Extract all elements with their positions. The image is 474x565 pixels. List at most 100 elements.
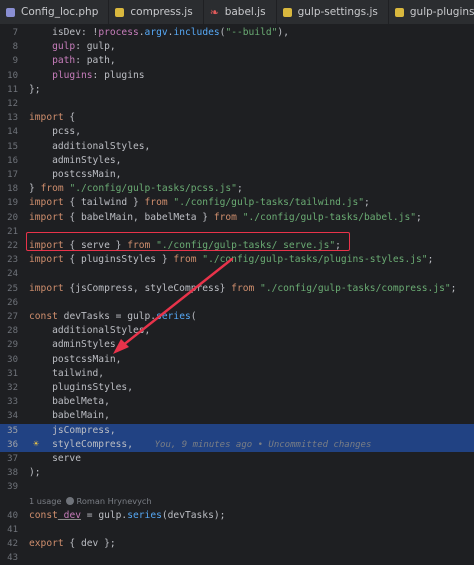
code-token: pluginsStyles, [29, 382, 133, 393]
code-line[interactable]: 25 import {jsCompress, styleCompress} fro… [0, 282, 474, 296]
code-token: "./config/gulp-tasks/compress.js" [254, 282, 451, 294]
line-number: 43 [7, 553, 18, 564]
usage-count: 1 usage [29, 495, 62, 506]
code-token: } [29, 183, 41, 195]
line-number: 39 [7, 482, 18, 493]
tab-babel-js[interactable]: ❧ babel.js [204, 0, 277, 24]
code-text: } from "./config/gulp-tasks/pcss.js"; [29, 182, 243, 196]
tab-label: compress.js [130, 6, 193, 18]
code-token: ; [450, 282, 457, 294]
line-number: 30 [7, 354, 18, 365]
code-token: plugins [29, 69, 93, 81]
code-token: from [40, 183, 64, 195]
code-line[interactable]: 38); [0, 466, 474, 480]
code-text: babelMeta, [29, 395, 110, 409]
line-number: 9 [12, 56, 18, 67]
code-line[interactable]: 9 path: path, [0, 54, 474, 68]
code-line[interactable]: 12 [0, 97, 474, 111]
code-token: (devTasks); [161, 509, 226, 521]
code-text: postcssMain, [29, 168, 121, 182]
user-icon [65, 496, 74, 505]
code-line[interactable]: 32 pluginsStyles, [0, 381, 474, 395]
code-token: ; [416, 211, 422, 223]
code-line[interactable]: 18} from "./config/gulp-tasks/pcss.js"; [0, 182, 474, 196]
line-number: 25 [7, 283, 18, 294]
lightbulb-icon[interactable]: ☀ [33, 438, 39, 452]
code-line[interactable]: 30 postcssMain, [0, 353, 474, 367]
code-line[interactable]: 34 babelMain, [0, 409, 474, 423]
code-line[interactable]: 33 babelMeta, [0, 395, 474, 409]
code-line[interactable]: 35 jsCompress, [0, 423, 474, 438]
tab-compress-js[interactable]: compress.js [109, 0, 204, 24]
code-token: : [75, 55, 87, 67]
tab-config-loc-php[interactable]: Config_loc.php [0, 0, 110, 24]
code-line[interactable]: 24 [0, 267, 474, 281]
code-line[interactable]: 17 postcssMain, [0, 168, 474, 182]
code-token: argv [144, 27, 168, 38]
code-line[interactable]: 20 import { babelMain, babelMeta } from "… [0, 211, 474, 225]
code-token: ), [277, 27, 289, 38]
code-token: import [29, 211, 64, 223]
js-file-icon [394, 7, 404, 17]
code-token: "./config/gulp-tasks/plugins-styles.js" [196, 254, 428, 266]
code-token: pcss, [29, 126, 81, 138]
code-line[interactable]: 27 const devTasks = gulp.series( [0, 310, 474, 324]
code-line[interactable]: 14 pcss, [0, 125, 474, 139]
code-text: jsCompress, [29, 424, 116, 438]
code-line[interactable]: 15 additionalStyles, [0, 140, 474, 154]
code-line[interactable]: 23 import { pluginsStyles } from "./confi… [0, 253, 474, 267]
code-line[interactable]: 26 [0, 296, 474, 310]
code-token: import [29, 112, 64, 124]
code-token: path [29, 55, 76, 67]
code-token: gulp [29, 41, 76, 53]
line-number: 14 [7, 127, 18, 138]
js-file-icon [282, 7, 292, 17]
code-token: const [29, 311, 58, 322]
code-token: gulp, [86, 41, 116, 53]
tab-gulp-settings-js[interactable]: gulp-settings.js [277, 0, 389, 24]
tab-label: babel.js [224, 6, 266, 18]
code-text: import { tailwind } from "./config/gulp-… [29, 196, 370, 210]
line-number: 36 [7, 439, 18, 450]
code-text: import { pluginsStyles } from "./config/… [29, 253, 433, 267]
code-token: additionalStyles, [29, 325, 151, 337]
code-token: ; [236, 183, 243, 195]
code-line[interactable]: 16 adminStyles, [0, 154, 474, 168]
code-text: tailwind, [29, 367, 104, 381]
code-line[interactable]: 39 [0, 480, 474, 494]
line-number: 40 [7, 510, 18, 521]
line-number: 31 [7, 368, 18, 379]
code-text: import { [29, 111, 75, 125]
code-line[interactable]: 28 additionalStyles, [0, 324, 474, 338]
code-token: jsCompress, [29, 424, 116, 436]
code-line[interactable]: 43 [0, 551, 474, 565]
code-line[interactable]: 37 serve [0, 452, 474, 466]
line-number: 26 [7, 297, 18, 308]
code-token: "./config/gulp-tasks/pcss.js" [63, 183, 237, 195]
code-line[interactable]: 41 [0, 523, 474, 537]
code-token: "./config/gulp-tasks/babel.js" [236, 211, 417, 223]
code-line[interactable]: 31 tailwind, [0, 367, 474, 381]
code-line[interactable]: 13 import { [0, 111, 474, 125]
git-blame-annotation: You, 9 minutes ago • Uncommitted changes [132, 439, 372, 450]
code-token: : [75, 41, 87, 53]
code-line[interactable]: 19 import { tailwind } from "./config/gul… [0, 196, 474, 210]
line-number: 8 [12, 42, 18, 53]
line-number: 35 [7, 425, 18, 436]
tab-gulp-plugins-js[interactable]: gulp-plugins.js [389, 0, 474, 24]
code-line[interactable]: 29 adminStyles, [0, 338, 474, 352]
code-token: plugins [104, 69, 145, 81]
usage-hint[interactable]: 1 usage Roman Hrynevych [29, 494, 152, 508]
code-token: process [98, 27, 139, 38]
code-text: babelMain, [29, 409, 110, 423]
code-line[interactable]: 11}; [0, 83, 474, 97]
code-line[interactable]: 10 plugins: plugins [0, 69, 474, 83]
code-line[interactable]: 8 gulp: gulp, [0, 40, 474, 54]
code-text: serve [29, 452, 81, 466]
line-number: 42 [7, 539, 18, 550]
code-line[interactable]: 40 const dev = gulp.series(devTasks); [0, 509, 474, 523]
code-line[interactable]: 36 styleCompress, You, 9 minutes ago • U… [0, 437, 474, 452]
code-line[interactable]: 42 export { dev }; [0, 537, 474, 551]
code-token: import [29, 282, 64, 294]
code-line[interactable]: 7 isDev: !process.argv.includes("--build… [0, 26, 474, 40]
